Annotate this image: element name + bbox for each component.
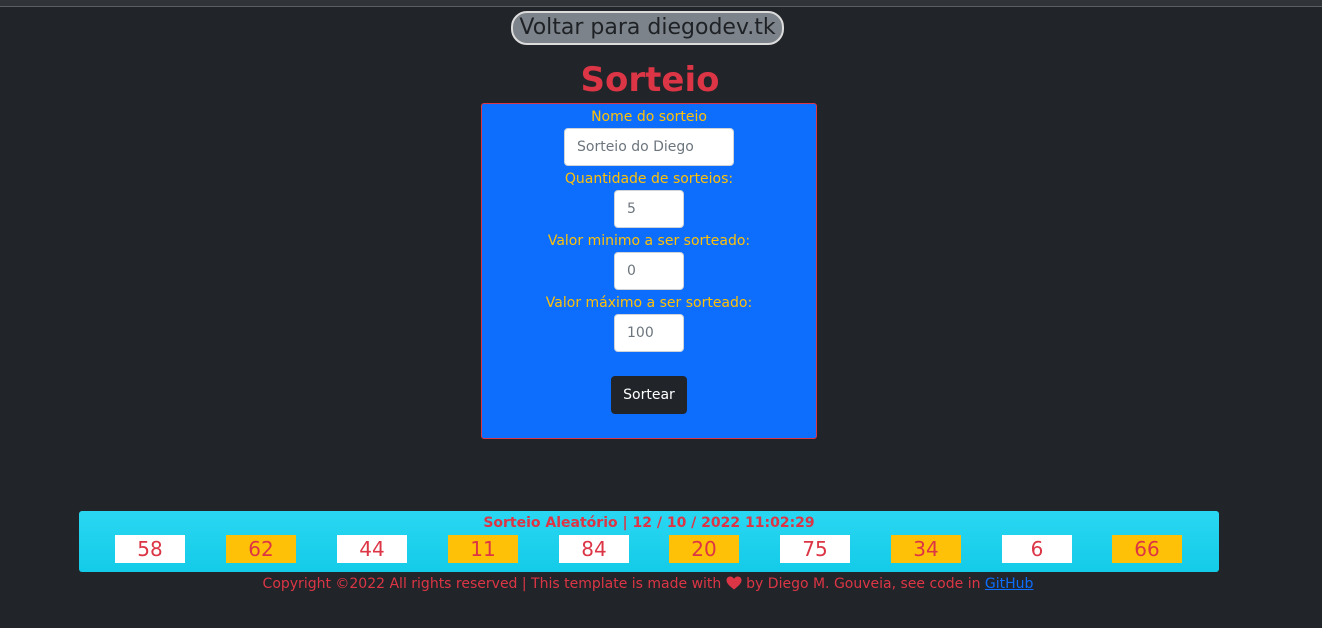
result-number: 11 [448, 535, 518, 563]
result-title: Sorteio Aleatório | 12 / 10 / 2022 11:02… [483, 515, 815, 531]
result-panel: Sorteio Aleatório | 12 / 10 / 2022 11:02… [79, 511, 1219, 572]
name-label: Nome do sorteio [591, 109, 707, 125]
back-to-site-button[interactable]: Voltar para diegodev.tk [511, 11, 784, 45]
page-title: Sorteio [580, 60, 720, 100]
result-number: 44 [337, 535, 407, 563]
result-number: 58 [115, 535, 185, 563]
result-number: 34 [891, 535, 961, 563]
heart-icon [726, 576, 742, 590]
min-value-label: Valor minimo a ser sorteado: [547, 233, 751, 249]
result-number: 84 [559, 535, 629, 563]
max-value-input[interactable] [614, 314, 684, 352]
max-value-label: Valor máximo a ser sorteado: [545, 295, 753, 311]
min-value-input[interactable] [614, 252, 684, 290]
browser-top-border [0, 0, 1322, 7]
result-number: 75 [780, 535, 850, 563]
result-number: 66 [1112, 535, 1182, 563]
result-number: 20 [669, 535, 739, 563]
result-number: 62 [226, 535, 296, 563]
footer-text-after: by Diego M. Gouveia, see code in [746, 576, 981, 592]
quantity-input[interactable] [614, 190, 684, 228]
footer-text-before: Copyright ©2022 All rights reserved | Th… [262, 576, 722, 592]
draw-button[interactable]: Sortear [611, 376, 687, 414]
footer: Copyright ©2022 All rights reserved | Th… [0, 575, 1296, 593]
github-link[interactable]: GitHub [985, 576, 1034, 592]
quantity-label: Quantidade de sorteios: [564, 171, 734, 187]
raffle-name-input[interactable] [564, 128, 734, 166]
raffle-form: Nome do sorteio Quantidade de sorteios: … [481, 103, 817, 439]
result-number: 6 [1002, 535, 1072, 563]
